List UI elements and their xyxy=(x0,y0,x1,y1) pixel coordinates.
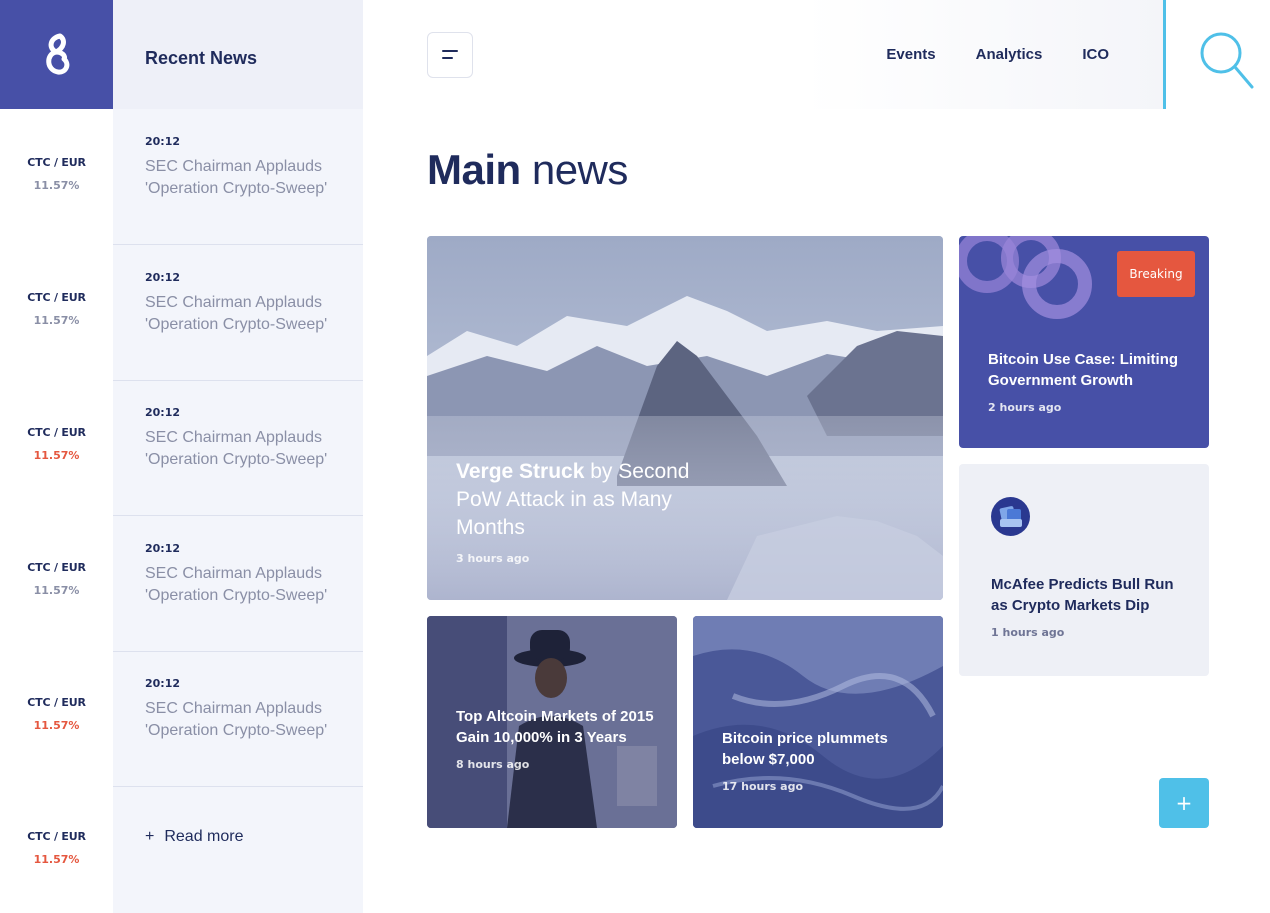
recent-news-panel: Recent News 20:12 SEC Chairman Applauds … xyxy=(113,0,363,913)
news-time: 20:12 xyxy=(145,406,181,419)
card-time: 1 hours ago xyxy=(991,626,1065,639)
ticker-pair: CTC / EUR xyxy=(27,156,86,169)
ticker-pair: CTC / EUR xyxy=(27,561,86,574)
ticker-pair: CTC / EUR xyxy=(27,426,86,439)
nav-events[interactable]: Events xyxy=(886,46,935,63)
menu-line xyxy=(442,57,453,59)
menu-line xyxy=(442,50,458,52)
breaking-news-card[interactable]: Breaking Bitcoin Use Case: Limiting Gove… xyxy=(959,236,1209,448)
card-title: Bitcoin Use Case: Limiting Government Gr… xyxy=(988,351,1179,389)
read-more-label: Read more xyxy=(164,828,244,845)
read-more-link[interactable]: + Read more xyxy=(145,828,244,846)
card-time: 2 hours ago xyxy=(988,401,1062,414)
recent-news-item[interactable]: 20:12 SEC Chairman Applauds 'Operation C… xyxy=(113,109,363,245)
card-time: 17 hours ago xyxy=(722,780,804,793)
ticker-item[interactable]: CTC / EUR 11.57% xyxy=(0,830,113,866)
page-title-rest: news xyxy=(520,146,629,193)
page-title-bold: Main xyxy=(427,146,521,193)
menu-button[interactable] xyxy=(427,32,473,78)
featured-news-card[interactable]: Verge Struck by Second PoW Attack in as … xyxy=(427,236,943,600)
card-title: McAfee Predicts Bull Run as Crypto Marke… xyxy=(991,576,1174,614)
breaking-badge: Breaking xyxy=(1117,251,1195,297)
ice-image xyxy=(693,616,943,828)
recent-news-item[interactable]: 20:12 SEC Chairman Applauds 'Operation C… xyxy=(113,651,363,787)
ticker-pair: CTC / EUR xyxy=(27,830,86,843)
card-time: 8 hours ago xyxy=(456,758,530,771)
news-card[interactable]: Top Altcoin Markets of 2015 Gain 10,000%… xyxy=(427,616,677,828)
card-content: Verge Struck by Second PoW Attack in as … xyxy=(456,458,726,565)
search-button[interactable] xyxy=(1163,0,1270,109)
recent-news-heading: Recent News xyxy=(113,0,363,109)
add-button[interactable]: + xyxy=(1159,778,1209,828)
ticker-change: 11.57% xyxy=(33,314,80,327)
news-time: 20:12 xyxy=(145,542,181,555)
card-time: 3 hours ago xyxy=(456,552,530,565)
news-title: SEC Chairman Applauds 'Operation Crypto-… xyxy=(145,158,328,197)
card-content: McAfee Predicts Bull Run as Crypto Marke… xyxy=(991,574,1191,639)
news-time: 20:12 xyxy=(145,677,181,690)
plus-icon: + xyxy=(145,828,155,845)
ticker-pair: CTC / EUR xyxy=(27,291,86,304)
recent-news-item[interactable]: 20:12 SEC Chairman Applauds 'Operation C… xyxy=(113,516,363,652)
nav-analytics[interactable]: Analytics xyxy=(976,46,1043,63)
coins-decoration xyxy=(959,236,1092,319)
search-icon xyxy=(1200,32,1254,89)
ticker-change: 11.57% xyxy=(33,179,80,192)
ticker-item[interactable]: CTC / EUR 11.57% xyxy=(0,561,113,597)
card-content: Top Altcoin Markets of 2015 Gain 10,000%… xyxy=(456,706,656,771)
price-ticker: CTC / EUR 11.57% CTC / EUR 11.57% CTC / … xyxy=(0,109,113,913)
top-bar: Events Analytics ICO xyxy=(363,0,1165,109)
ticker-item[interactable]: CTC / EUR 11.57% xyxy=(0,156,113,192)
news-title: SEC Chairman Applauds 'Operation Crypto-… xyxy=(145,429,328,468)
nav-ico[interactable]: ICO xyxy=(1082,46,1109,63)
ticker-change: 11.57% xyxy=(33,719,80,732)
card-title-bold: Verge Struck xyxy=(456,460,585,483)
news-title: SEC Chairman Applauds 'Operation Crypto-… xyxy=(145,700,328,739)
card-content: Bitcoin price plummets below $7,000 17 h… xyxy=(722,728,922,793)
news-card[interactable]: Bitcoin price plummets below $7,000 17 h… xyxy=(693,616,943,828)
news-time: 20:12 xyxy=(145,135,181,148)
recent-news-item[interactable]: 20:12 SEC Chairman Applauds 'Operation C… xyxy=(113,380,363,516)
logo-icon xyxy=(45,33,69,75)
ticker-change: 11.57% xyxy=(33,449,80,462)
news-title: SEC Chairman Applauds 'Operation Crypto-… xyxy=(145,565,328,604)
ticker-item[interactable]: CTC / EUR 11.57% xyxy=(0,291,113,327)
recent-news-item[interactable]: 20:12 SEC Chairman Applauds 'Operation C… xyxy=(113,245,363,381)
ticker-change: 11.57% xyxy=(33,584,80,597)
card-content: Bitcoin Use Case: Limiting Government Gr… xyxy=(988,349,1188,414)
page-title: Main news xyxy=(427,146,628,194)
ticker-pair: CTC / EUR xyxy=(27,696,86,709)
logo[interactable] xyxy=(0,0,113,109)
ticker-item[interactable]: CTC / EUR 11.57% xyxy=(0,696,113,732)
ticker-change: 11.57% xyxy=(33,853,80,866)
news-card[interactable]: McAfee Predicts Bull Run as Crypto Marke… xyxy=(959,464,1209,676)
card-title: Bitcoin price plummets below $7,000 xyxy=(722,730,888,768)
author-avatar xyxy=(991,497,1030,536)
main-nav: Events Analytics ICO xyxy=(886,46,1109,63)
card-title: Verge Struck by Second PoW Attack in as … xyxy=(456,458,726,542)
wallet-icon xyxy=(999,506,1022,527)
news-title: SEC Chairman Applauds 'Operation Crypto-… xyxy=(145,294,328,333)
card-title: Top Altcoin Markets of 2015 Gain 10,000%… xyxy=(456,708,654,746)
ticker-item[interactable]: CTC / EUR 11.57% xyxy=(0,426,113,462)
news-time: 20:12 xyxy=(145,271,181,284)
